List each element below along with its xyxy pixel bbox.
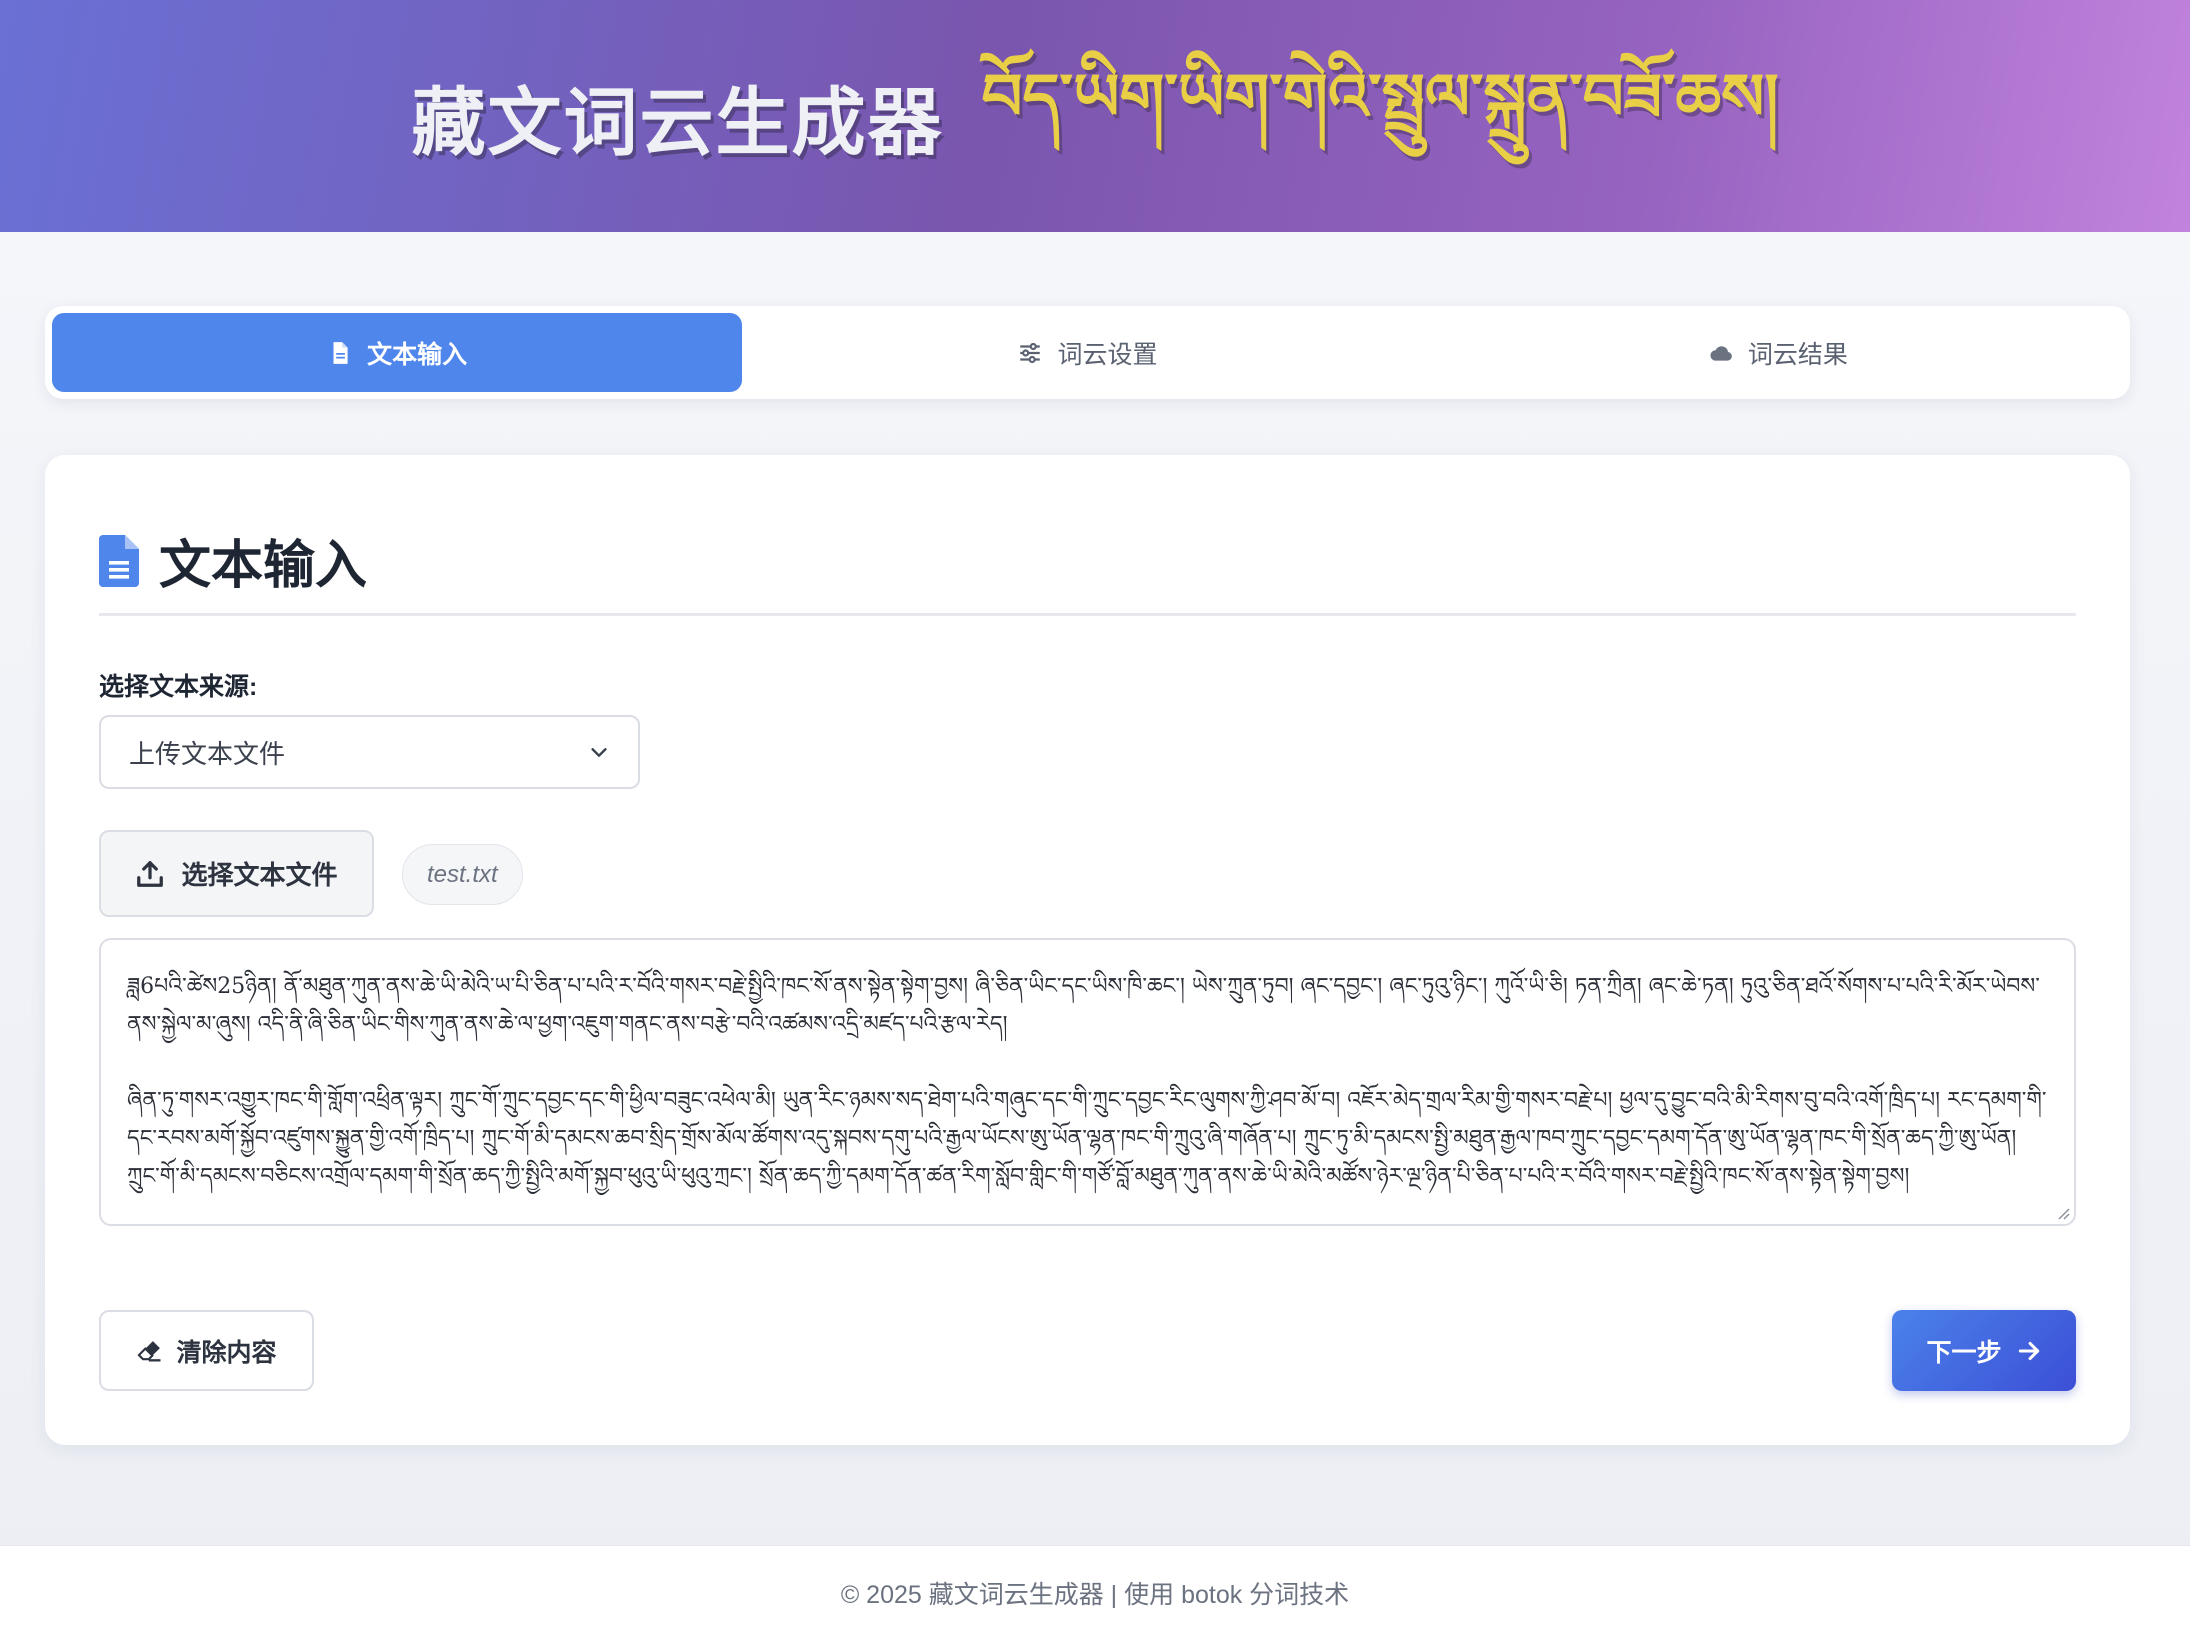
choose-file-button[interactable]: 选择文本文件 [99,830,374,917]
tab-text-input-label: 文本输入 [367,340,468,369]
cloud-icon [1710,345,1732,361]
text-content-area[interactable]: ཟླ6པའི་ཚེས25ཉིན། ནོ་མཐུན་ཀུན་ནས་ཆེ་ཡི་མེ… [99,938,2076,1226]
page-footer: © 2025 藏文词云生成器 | 使用 botok 分词技术 [0,1545,2190,1640]
sliders-icon [1020,342,1041,363]
section-divider [99,613,2076,616]
file-text-icon [333,341,348,364]
text-paragraph: ཞིན་ཏུ་གསར་འགྱུར་ཁང་གི་གློག་འཕྲིན་ལྟར། ཀ… [127,1088,2047,1189]
source-select-value: 上传文本文件 [129,738,286,769]
arrow-right-icon [2018,1341,2039,1360]
app-title-chinese: 藏文词云生成器 [411,80,944,164]
eraser-icon [137,1340,161,1361]
clear-content-label: 清除内容 [176,1338,277,1367]
section-title: 文本输入 [159,537,368,595]
source-label: 选择文本来源: [99,673,258,701]
footer-text: © 2025 藏文词云生成器 | 使用 botok 分词技术 [840,1581,1350,1609]
upload-icon [137,860,164,887]
selected-file-name: test.txt [402,844,523,905]
next-step-button[interactable]: 下一步 [1892,1310,2076,1391]
app-title-tibetan: བོད་ཡིག་ཡིག་གེའི་སྤྲུལ་སྐྲུན་བཟོ་ཆས། [981,60,1779,135]
clear-content-button[interactable]: 清除内容 [99,1310,314,1391]
resize-handle-icon[interactable] [2056,1206,2070,1220]
choose-file-label: 选择文本文件 [181,860,338,890]
app-title: 藏文词云生成器 བོད་ཡིག་ཡིག་གེའི་སྤྲུལ་སྐྲུན་བཟོ… [411,26,1778,206]
text-paragraph: ཟླ6པའི་ཚེས25ཉིན། ནོ་མཐུན་ཀུན་ནས་ཆེ་ཡི་མེ… [127,974,2040,1037]
tab-bar: 文本输入 词云设置 词云结果 [45,306,2130,399]
app-header: 藏文词云生成器 བོད་ཡིག་ཡིག་གེའི་སྤྲུལ་སྐྲུན་བཟོ… [0,0,2190,232]
chevron-down-icon [591,748,607,757]
next-step-label: 下一步 [1926,1338,2002,1367]
tab-wordcloud-settings[interactable]: 词云设置 [742,313,1432,392]
tab-wordcloud-settings-label: 词云设置 [1057,340,1158,369]
section-header: 文本输入 [99,523,367,598]
tab-wordcloud-result[interactable]: 词云结果 [1433,313,2123,392]
source-select[interactable]: 上传文本文件 [99,715,640,789]
tab-text-input[interactable]: 文本输入 [52,313,743,392]
document-icon [99,534,139,587]
text-input-panel: 文本输入 选择文本来源: 上传文本文件 选择文本文件 test.txt ཟླ6པ… [45,455,2130,1445]
tab-wordcloud-result-label: 词云结果 [1747,340,1848,369]
